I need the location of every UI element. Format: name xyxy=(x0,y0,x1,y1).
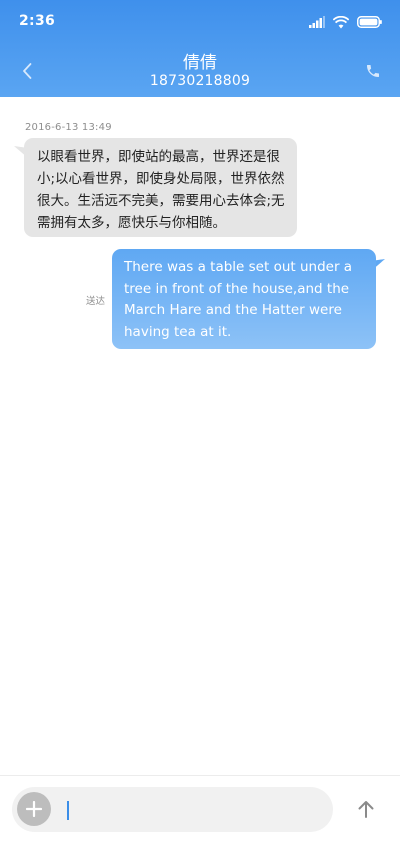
arrow-up-icon xyxy=(358,801,374,818)
status-time: 2:36 xyxy=(19,13,56,29)
outgoing-message-bubble[interactable]: There was a table set out under a tree i… xyxy=(112,249,376,349)
text-cursor xyxy=(67,801,69,820)
incoming-message-text: 以眼看世界，即使站的最高，世界还是很小;以心看世界，即使身处局限，世界依然很大。… xyxy=(37,149,285,231)
add-attachment-button[interactable] xyxy=(17,792,51,826)
composer-divider xyxy=(0,775,400,776)
delivery-status: 送达 xyxy=(86,296,106,307)
status-icons xyxy=(309,14,382,30)
app-header: 2:36 倩倩 18730218809 xyxy=(0,0,400,97)
incoming-message-bubble[interactable]: 以眼看世界，即使站的最高，世界还是很小;以心看世界，即使身处局限，世界依然很大。… xyxy=(24,138,297,237)
phone-icon xyxy=(367,65,379,77)
contact-number: 18730218809 xyxy=(149,73,251,89)
message-timestamp: 2016-6-13 13:49 xyxy=(25,122,112,133)
call-button[interactable] xyxy=(358,56,388,86)
signal-icon xyxy=(309,16,325,28)
message-input[interactable] xyxy=(60,795,325,825)
nav-bar: 倩倩 18730218809 xyxy=(0,44,400,97)
plus-icon xyxy=(26,801,42,817)
send-button[interactable] xyxy=(350,793,382,825)
status-bar: 2:36 xyxy=(0,0,400,44)
outgoing-message-text: There was a table set out under a tree i… xyxy=(124,259,353,340)
contact-name: 倩倩 xyxy=(183,53,217,73)
wifi-icon xyxy=(333,15,349,28)
battery-icon xyxy=(357,16,382,28)
